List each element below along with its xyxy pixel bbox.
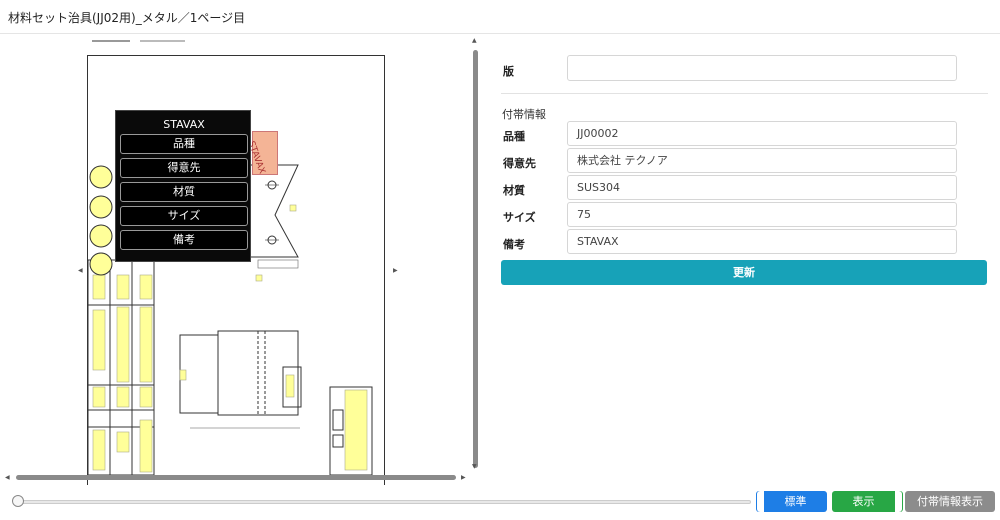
horizontal-scrollbar[interactable] [4, 473, 474, 481]
popup-title: STAVAX [163, 118, 205, 131]
update-button[interactable]: 更新 [501, 260, 987, 285]
zoom-slider[interactable] [16, 500, 751, 504]
zoom-slider-knob[interactable] [12, 495, 24, 507]
popup-item-biko[interactable]: 備考 [120, 230, 248, 250]
title-bar: 材料セット治具(JJ02用)_メタル／1ページ目 [0, 0, 1000, 34]
vertical-scroll-thumb[interactable] [473, 50, 478, 468]
annotation-popup: STAVAX 品種 得意先 材質 サイズ 備考 [115, 110, 251, 262]
section-title: 付帯情報 [502, 108, 546, 121]
scroll-left-icon[interactable]: ◀ [5, 474, 10, 481]
divider [501, 93, 988, 94]
tokuisaki-field[interactable]: 株式会社 テクノア [567, 148, 957, 173]
size-field[interactable]: 75 [567, 202, 957, 227]
window-title: 材料セット治具(JJ02用)_メタル／1ページ目 [8, 11, 246, 25]
show-button[interactable]: 表示 [832, 491, 902, 512]
biko-field[interactable]: STAVAX [567, 229, 957, 254]
hinshu-field[interactable]: JJ00002 [567, 121, 957, 146]
version-label: 版 [503, 65, 514, 78]
scroll-up-icon[interactable]: ▲ [472, 37, 477, 44]
info-show-button[interactable]: 付帯情報表示 [905, 491, 995, 512]
bottom-toolbar: 標準 表示 付帯情報表示 [0, 486, 1000, 520]
hinshu-label: 品種 [503, 130, 525, 143]
biko-label: 備考 [503, 238, 525, 251]
popup-item-tokuisaki[interactable]: 得意先 [120, 158, 248, 178]
left-arrow-icon[interactable]: ◀ [78, 267, 83, 274]
zaishitsu-field[interactable]: SUS304 [567, 175, 957, 200]
version-input[interactable] [567, 55, 957, 81]
scroll-down-icon[interactable]: ▼ [472, 463, 477, 470]
stavax-stamp: STAVAX [246, 131, 278, 175]
tokuisaki-label: 得意先 [503, 157, 536, 170]
popup-item-hinshu[interactable]: 品種 [120, 134, 248, 154]
info-form: 版 付帯情報 品種 JJ00002 得意先 株式会社 テクノア 材質 SUS30… [490, 35, 1000, 485]
vertical-scrollbar[interactable] [470, 44, 480, 474]
size-label: サイズ [503, 211, 536, 224]
popup-item-zaishitsu[interactable]: 材質 [120, 182, 248, 202]
standard-button[interactable]: 標準 [757, 491, 827, 512]
zaishitsu-label: 材質 [503, 184, 525, 197]
right-arrow-icon[interactable]: ▶ [393, 267, 398, 274]
scroll-right-icon[interactable]: ▶ [461, 474, 466, 481]
horizontal-scroll-thumb[interactable] [16, 475, 456, 480]
popup-item-size[interactable]: サイズ [120, 206, 248, 226]
